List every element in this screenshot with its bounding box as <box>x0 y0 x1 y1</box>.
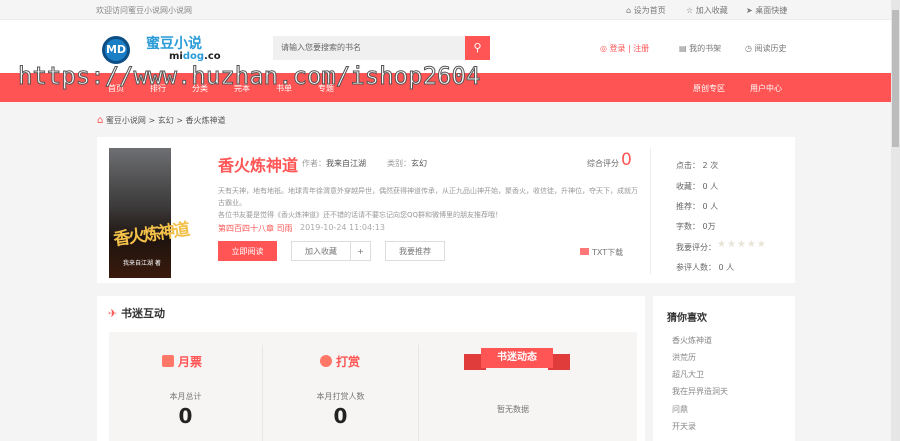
book-author: 作者：我来自江湖 <box>302 159 366 168</box>
nav-user-center[interactable]: 用户中心 <box>750 83 782 94</box>
breadcrumb: ⌂ 蜜豆小说网 > 玄幻 > 香火炼神道 <box>97 115 226 126</box>
breadcrumb-category[interactable]: 玄幻 <box>158 116 174 125</box>
txt-download-link[interactable]: TXT下载 <box>580 247 623 258</box>
history-link[interactable]: ◷ 阅读历史 <box>745 43 787 54</box>
no-data-text: 暂无数据 <box>497 405 529 414</box>
search-button[interactable]: ⚲ <box>465 36 490 60</box>
monthly-total-label: 本月总计 <box>169 392 202 401</box>
bookshelf-link[interactable]: ▤ 我的书架 <box>679 43 721 54</box>
guess-item[interactable]: 我在异界造洞天 <box>672 386 728 397</box>
home-icon: ⌂ <box>626 6 634 15</box>
book-open-icon <box>580 248 589 255</box>
ticket-icon <box>162 355 174 367</box>
monthly-ticket-title[interactable]: 月票 <box>162 353 202 370</box>
nav-original[interactable]: 原创专区 <box>693 83 725 94</box>
star-icon[interactable]: ★ <box>737 239 747 250</box>
score-value: 0 <box>621 150 632 170</box>
star-icon[interactable]: ★ <box>717 239 727 250</box>
clock-icon: ◷ <box>745 44 755 53</box>
send-icon: ➤ <box>746 6 756 15</box>
reward-count-label: 本月打赏人数 <box>316 392 365 401</box>
reward-count-value: 0 <box>333 404 348 428</box>
book-icon: ▤ <box>679 44 690 53</box>
home-icon: ⌂ <box>97 115 104 126</box>
book-cover[interactable]: 香火炼神道 我来自江湖 著 <box>109 148 189 278</box>
welcome-text: 欢迎访问蜜豆小说网小说网 <box>96 6 192 15</box>
set-homepage-link[interactable]: ⌂ 设为首页 <box>626 5 666 16</box>
guess-heading: 猜你喜欢 <box>667 313 707 324</box>
star-icon[interactable]: ★ <box>727 239 737 250</box>
add-plus-button[interactable]: + <box>350 241 371 261</box>
guess-item[interactable]: 洪荒历 <box>672 352 696 363</box>
star-icon[interactable]: ★ <box>757 239 767 250</box>
guess-item[interactable]: 香火炼神道 <box>672 335 712 346</box>
logo-domain: midog.co <box>169 51 221 62</box>
fan-dynamics-ribbon: 书迷动态 <box>464 348 570 370</box>
coin-icon <box>320 355 332 367</box>
logo[interactable]: MD <box>102 36 130 64</box>
book-description: 天有天神，地有地祇。地球青年徐渭意外穿越异世，偶然获得神道传承，从正九品山神开始… <box>218 187 638 219</box>
logo-text: 蜜豆小说 <box>146 36 202 52</box>
desktop-shortcut-link[interactable]: ➤ 桌面快捷 <box>746 5 787 16</box>
guess-item[interactable]: 开天录 <box>672 421 696 432</box>
book-category: 类别：玄幻 <box>387 159 427 168</box>
stat-raters: 参评人数： 0 人 <box>676 263 735 272</box>
search-icon: ⚲ <box>473 41 482 54</box>
add-collection-button[interactable]: 加入收藏 <box>291 241 351 261</box>
recommend-button[interactable]: 我要推荐 <box>385 241 445 261</box>
guess-item[interactable]: 超凡大卫 <box>672 369 704 380</box>
stat-recommends: 推荐： 0 人 <box>676 202 719 211</box>
scrollbar-thumb[interactable] <box>892 10 899 147</box>
star-icon[interactable]: ★ <box>747 239 757 250</box>
read-now-button[interactable]: 立即阅读 <box>218 241 277 261</box>
divider <box>262 345 263 441</box>
interaction-heading: ✈ 书迷互动 <box>108 307 166 320</box>
rate-label: 我要评分： <box>676 243 716 252</box>
score-label: 综合评分 <box>587 159 619 168</box>
star-icon: ☆ <box>686 6 696 15</box>
breadcrumb-site[interactable]: 蜜豆小说网 <box>106 116 146 125</box>
divider <box>650 148 651 274</box>
divider <box>418 345 419 441</box>
stat-clicks: 点击： 2 次 <box>676 161 719 170</box>
reward-title[interactable]: 打赏 <box>320 353 360 370</box>
paper-plane-icon: ✈ <box>108 307 122 320</box>
watermark: https://www.huzhan.com/ishop2604 <box>17 62 481 91</box>
book-title: 香火炼神道 <box>218 156 299 175</box>
stat-collects: 收藏： 0 人 <box>676 182 719 191</box>
breadcrumb-book: 香火炼神道 <box>185 116 226 125</box>
rating-stars[interactable]: ★★★★★ <box>717 239 767 250</box>
monthly-total-value: 0 <box>178 404 193 428</box>
user-icon: ◎ <box>600 44 610 53</box>
guess-item[interactable]: 问鼎 <box>672 404 688 415</box>
latest-chapter-link[interactable]: 第四百四十八章 司雨 <box>218 223 293 234</box>
login-register-link[interactable]: ◎ 登录 | 注册 <box>600 43 649 54</box>
update-time: 2019-10-24 11:04:13 <box>300 223 385 232</box>
add-favorite-link[interactable]: ☆ 加入收藏 <box>686 5 728 16</box>
stat-words: 字数： 0万 <box>676 222 716 231</box>
search-input[interactable]: 请输入您要搜索的书名 <box>273 36 465 60</box>
